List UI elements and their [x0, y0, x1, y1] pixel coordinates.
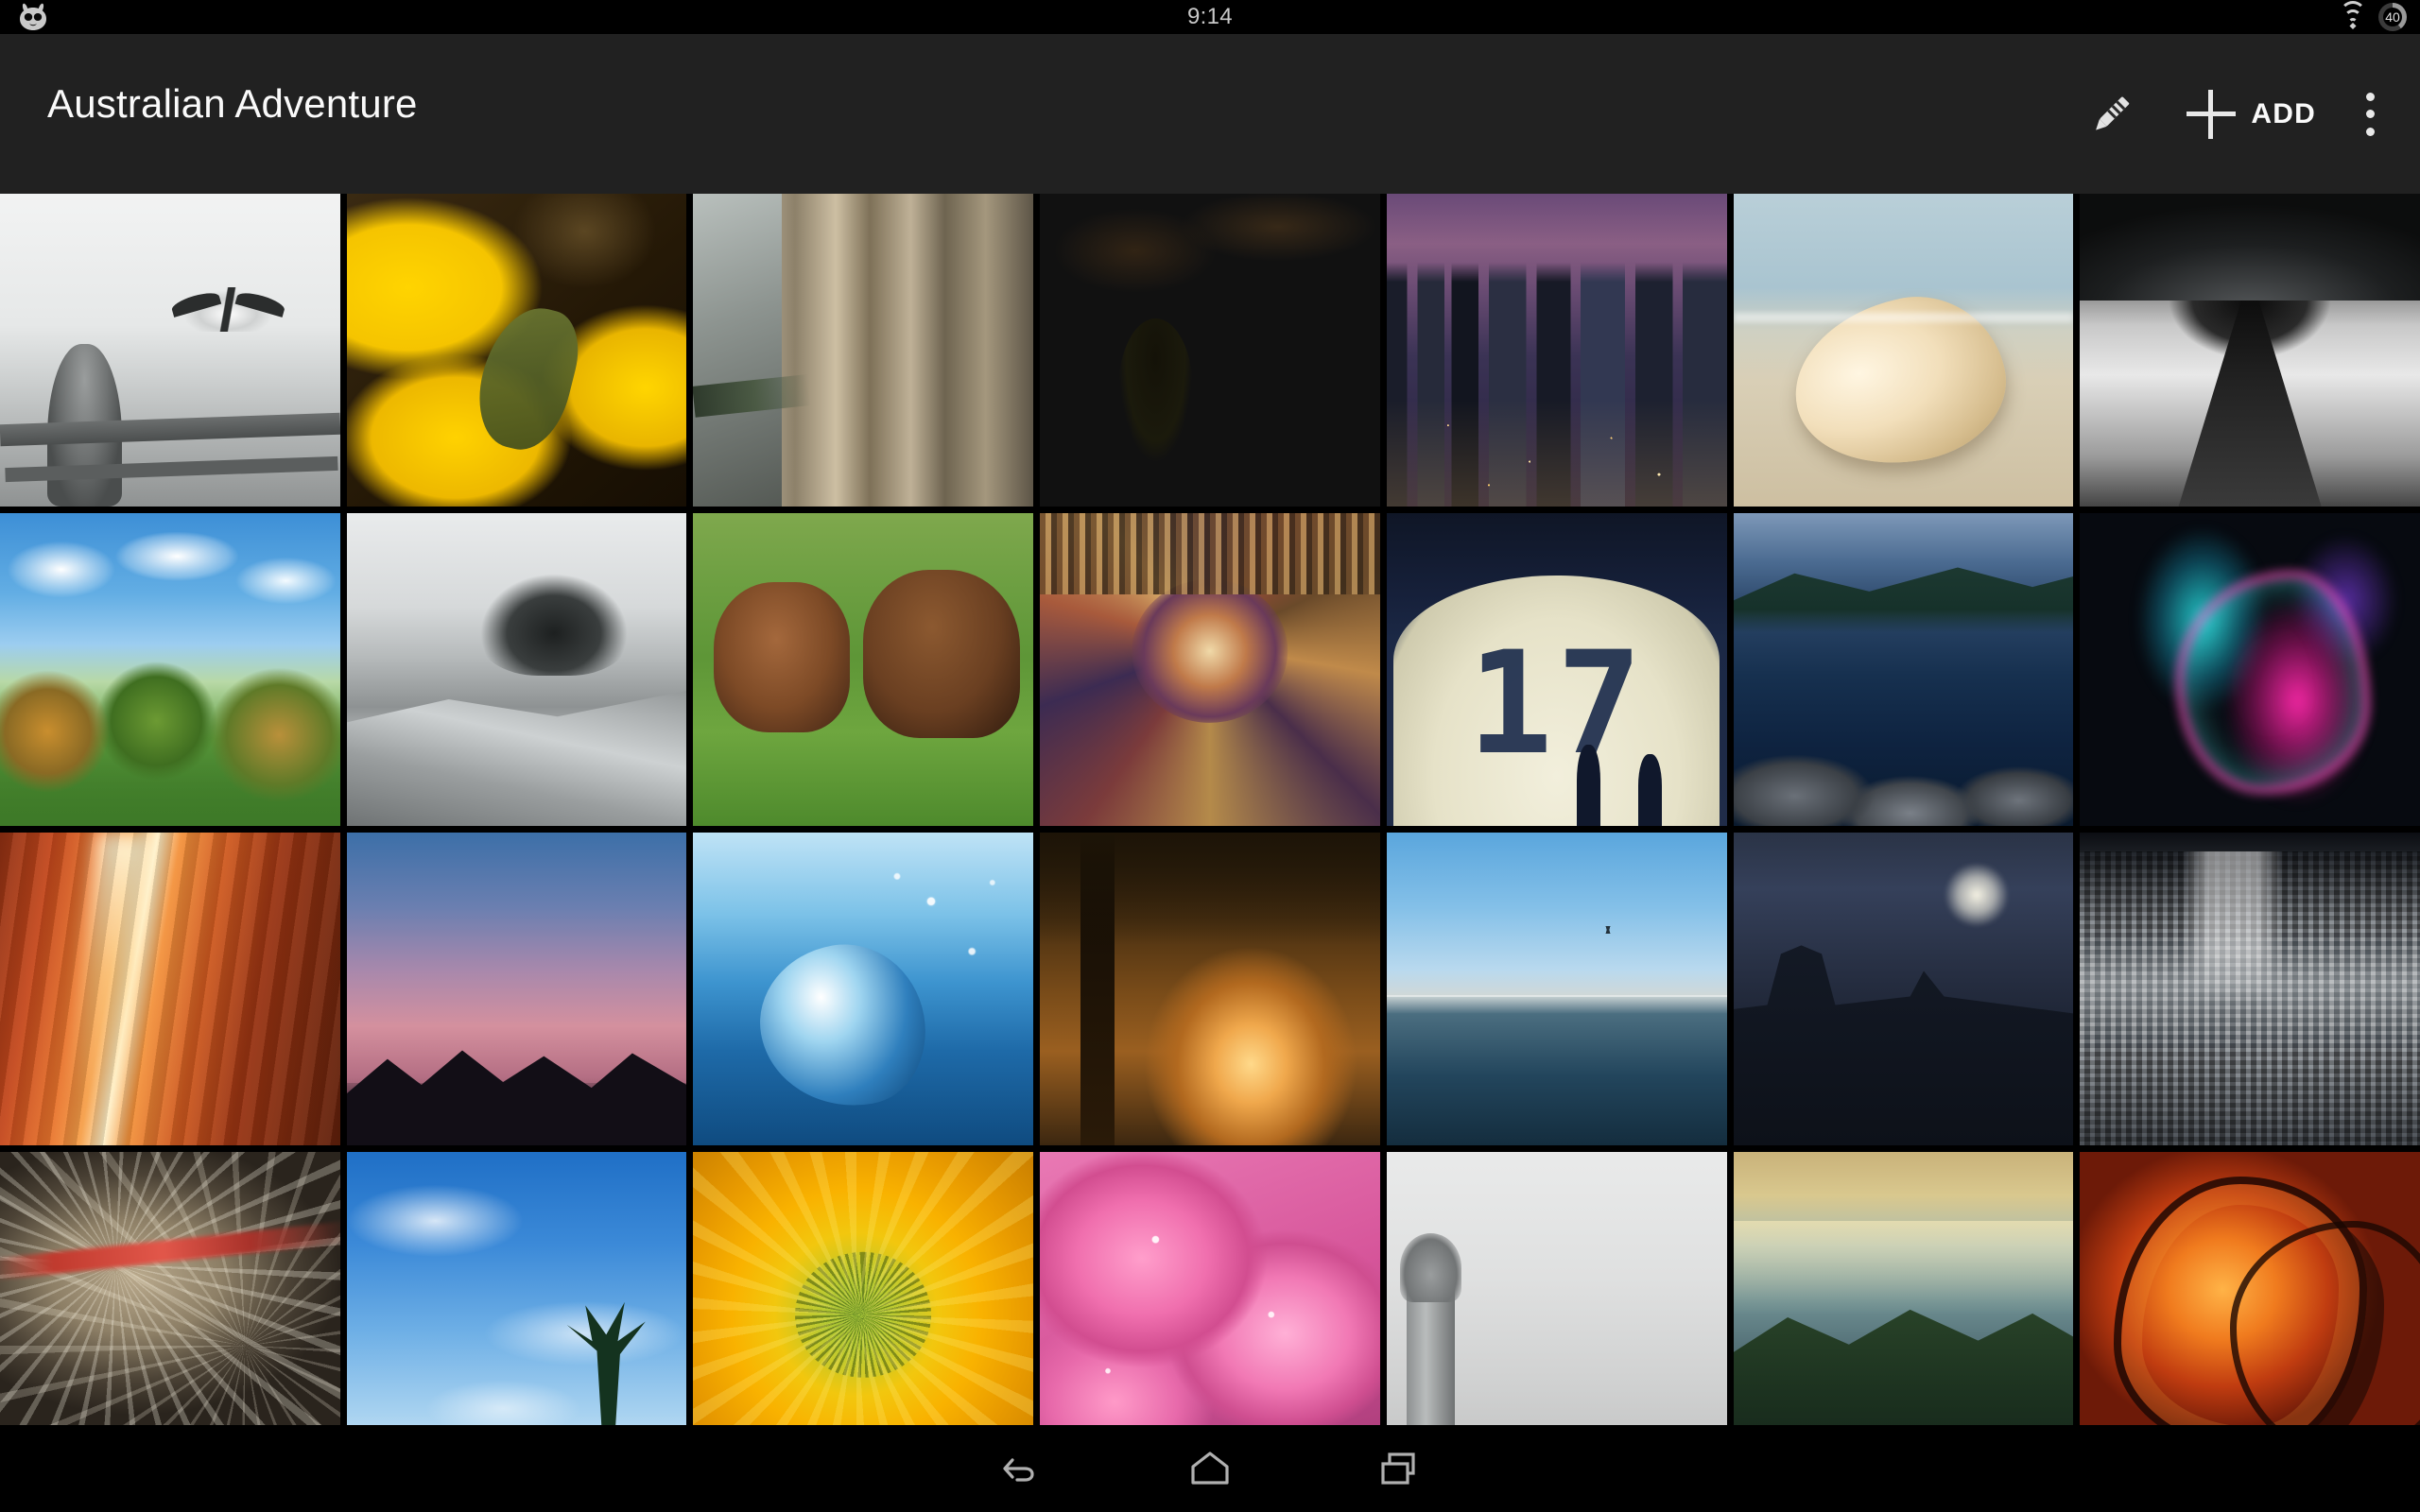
photo-blue-sky-palm-image — [346, 1152, 687, 1425]
photo-slot-canyon-image — [0, 833, 340, 1145]
add-button-inner: ADD — [2187, 89, 2316, 139]
pencil-icon — [2084, 88, 2137, 141]
photo-moonlit-church[interactable] — [1733, 833, 2074, 1145]
photo-aerial-cityscape-image — [2080, 833, 2420, 1145]
nav-home-button[interactable] — [1115, 1425, 1305, 1512]
photo-rocky-hill-pine-image — [346, 513, 687, 826]
photo-green-bushes-sky[interactable] — [0, 513, 340, 826]
photo-palm-silhouettes-image — [346, 833, 687, 1145]
photo-digital-seventeen-wall-image: 17 — [1386, 513, 1727, 826]
photo-stone-bridge[interactable] — [693, 194, 1034, 507]
status-bar: 9:14 40 — [0, 0, 2420, 34]
photo-lone-tree-sunset[interactable] — [1040, 194, 1380, 507]
photo-seaside-viewer-gull-image — [0, 194, 340, 507]
photo-pink-hydrangea-image — [1040, 1152, 1380, 1425]
photo-water-splash-image — [693, 833, 1034, 1145]
photo-kaleidoscope-fractal[interactable] — [1040, 513, 1380, 826]
overflow-menu-button[interactable] — [2341, 34, 2399, 194]
photo-backlit-forest[interactable] — [1040, 833, 1380, 1145]
photo-lone-tree-sunset-image — [1040, 194, 1380, 507]
photo-seaside-viewer-gull[interactable] — [0, 194, 340, 507]
photo-pale-monument[interactable] — [1386, 1152, 1727, 1425]
edit-album-button[interactable] — [2060, 34, 2162, 194]
photo-digital-seventeen-wall[interactable]: 17 — [1386, 513, 1727, 826]
photo-magenta-smoke-image — [2080, 513, 2420, 826]
photo-sea-horizon-bird-image — [1386, 833, 1727, 1145]
battery-percentage: 40 — [2385, 9, 2400, 25]
nav-back-button[interactable] — [926, 1425, 1115, 1512]
photo-slot-canyon[interactable] — [0, 833, 340, 1145]
photo-aerial-cityscape[interactable] — [2080, 833, 2420, 1145]
photo-blue-sky-palm[interactable] — [346, 1152, 687, 1425]
seagull-shape — [177, 287, 279, 332]
battery-circle-icon: 40 — [2378, 3, 2407, 31]
photo-orange-fractal-image — [2080, 1152, 2420, 1425]
photo-subway-tunnel-image — [2080, 194, 2420, 507]
back-arrow-icon — [999, 1447, 1043, 1490]
photo-sunflower-macro[interactable] — [693, 1152, 1034, 1425]
photo-coastal-cliff[interactable] — [1733, 1152, 2074, 1425]
app-bar-actions: ADD — [2060, 34, 2399, 194]
add-photos-button[interactable]: ADD — [2162, 34, 2341, 194]
photo-silky-fibers-image — [0, 1152, 340, 1425]
photo-kaleidoscope-fractal-image — [1040, 513, 1380, 826]
photo-magenta-smoke[interactable] — [2080, 513, 2420, 826]
photo-harbor-dusk-image — [1733, 513, 2074, 826]
photo-grazing-horses[interactable] — [693, 513, 1034, 826]
photo-green-bushes-sky-image — [0, 513, 340, 826]
silhouette-person-left — [1577, 744, 1601, 826]
photo-pale-monument-image — [1386, 1152, 1727, 1425]
photo-rocky-hill-pine[interactable] — [346, 513, 687, 826]
photo-city-skyline-dusk-image — [1386, 194, 1727, 507]
photo-coastal-cliff-image — [1733, 1152, 2074, 1425]
photo-sunflower-macro-image — [693, 1152, 1034, 1425]
plus-icon — [2187, 89, 2237, 139]
photo-backlit-forest-image — [1040, 833, 1380, 1145]
photo-grid[interactable]: 17 — [0, 194, 2420, 1425]
page-title: Australian Adventure — [47, 81, 418, 126]
status-bar-indicators: 40 — [2339, 0, 2407, 34]
photo-sunflower-petals-image — [346, 194, 687, 507]
photo-orange-fractal[interactable] — [2080, 1152, 2420, 1425]
status-bar-clock: 9:14 — [1187, 4, 1233, 29]
navigation-bar — [0, 1425, 2420, 1512]
photo-harbor-dusk[interactable] — [1733, 513, 2074, 826]
android-tablet-screen: 9:14 40 Australian Adventure ADD 17 — [0, 0, 2420, 1512]
nav-recents-button[interactable] — [1305, 1425, 1494, 1512]
photo-city-skyline-dusk[interactable] — [1386, 194, 1727, 507]
photo-subway-tunnel[interactable] — [2080, 194, 2420, 507]
overflow-menu-icon — [2365, 92, 2375, 136]
silhouette-person-right — [1638, 753, 1663, 826]
photo-palm-silhouettes[interactable] — [346, 833, 687, 1145]
photo-silky-fibers[interactable] — [0, 1152, 340, 1425]
photo-moonlit-church-image — [1733, 833, 2074, 1145]
add-button-label: ADD — [2251, 97, 2316, 129]
photo-water-splash[interactable] — [693, 833, 1034, 1145]
photo-pink-hydrangea[interactable] — [1040, 1152, 1380, 1425]
photo-seashell-beach-image — [1733, 194, 2074, 507]
photo-sea-horizon-bird[interactable] — [1386, 833, 1727, 1145]
app-bar: Australian Adventure ADD — [0, 34, 2420, 194]
photo-wall-digits: 17 — [1467, 621, 1647, 786]
photo-stone-bridge-image — [693, 194, 1034, 507]
photo-sunflower-petals[interactable] — [346, 194, 687, 507]
home-icon — [1187, 1449, 1233, 1488]
recent-apps-icon — [1377, 1449, 1421, 1488]
wifi-icon — [2339, 1, 2367, 30]
photo-grazing-horses-image — [693, 513, 1034, 826]
photo-seashell-beach[interactable] — [1733, 194, 2074, 507]
